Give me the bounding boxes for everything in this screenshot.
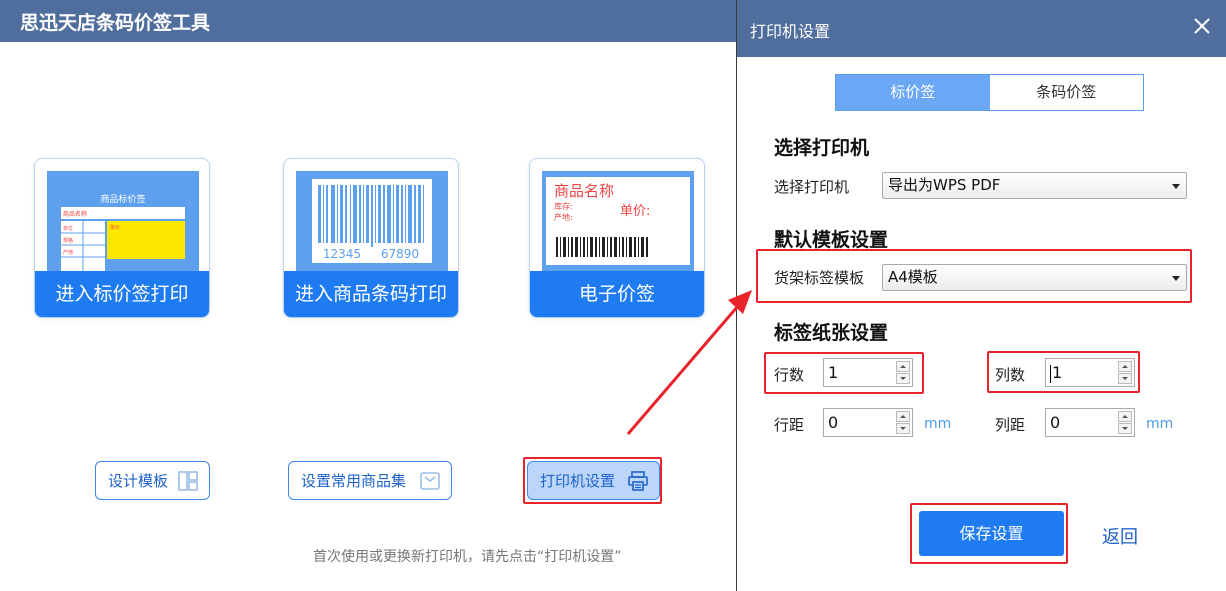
printer-select-value: 导出为WPS PDF xyxy=(888,176,1001,194)
barcode-digits-left: 12345 xyxy=(323,247,361,261)
highlight-save xyxy=(910,503,1068,564)
printer-section-heading: 选择打印机 xyxy=(774,137,870,159)
design-template-label: 设计模板 xyxy=(108,472,169,490)
printer-setup-hint: 首次使用或更换新打印机，请先点击“打印机设置” xyxy=(313,549,622,565)
row-gap-value: 0 xyxy=(828,413,839,432)
price-tag-print-card[interactable]: 商品标价签 商品名称 单位 规格 产地 单价 进入标价签打印 xyxy=(34,158,210,318)
common-products-button[interactable]: 设置常用商品集 xyxy=(288,461,452,500)
row-gap-unit: mm xyxy=(924,416,952,432)
price-tag-print-label: 进入标价签打印 xyxy=(35,271,209,317)
highlight-printer-settings xyxy=(523,457,662,504)
col-gap-increment[interactable] xyxy=(1118,411,1132,422)
design-template-button[interactable]: 设计模板 xyxy=(95,461,210,500)
tag-type-tabs: 标价签 条码价签 xyxy=(835,74,1144,111)
electronic-tag-label: 电子价签 xyxy=(530,271,704,317)
thumb-row-spec: 规格 xyxy=(63,237,73,244)
col-gap-stepper[interactable]: 0 xyxy=(1045,408,1135,437)
main-window: 思迅天店条码价签工具 商品标价签 商品名称 单位 规格 产地 单价 进入标价签打… xyxy=(0,0,736,591)
thumb-row-origin: 产地 xyxy=(63,249,73,256)
col-gap-decrement[interactable] xyxy=(1118,423,1132,434)
etag-stock: 库存: xyxy=(554,201,573,211)
electronic-tag-thumbnail: 商品名称 库存: 产地: 单价: xyxy=(542,171,694,271)
thumb-row-unit: 单位 xyxy=(63,225,73,232)
tab-price-tag[interactable]: 标价签 xyxy=(836,75,990,110)
printer-select-label: 选择打印机 xyxy=(774,178,850,196)
col-gap-unit: mm xyxy=(1146,416,1174,432)
etag-name: 商品名称 xyxy=(554,182,614,200)
highlight-rows xyxy=(764,352,924,394)
row-gap-decrement[interactable] xyxy=(896,423,910,434)
highlight-cols xyxy=(987,351,1140,393)
dialog-title: 打印机设置 xyxy=(750,22,831,41)
app-title: 思迅天店条码价签工具 xyxy=(20,12,211,34)
price-tag-thumbnail: 商品标价签 商品名称 单位 规格 产地 单价 xyxy=(47,171,199,271)
row-gap-stepper[interactable]: 0 xyxy=(823,408,913,437)
tab-barcode-tag[interactable]: 条码价签 xyxy=(989,75,1143,110)
printer-settings-dialog: 打印机设置 标价签 条码价签 选择打印机 选择打印机 导出为WPS PDF 默认… xyxy=(736,0,1226,591)
etag-origin: 产地: xyxy=(554,212,573,222)
row-gap-increment[interactable] xyxy=(896,411,910,422)
thumb-header: 商品标价签 xyxy=(100,193,145,205)
barcode-thumbnail: 12345 67890 xyxy=(296,171,448,271)
electronic-tag-card[interactable]: 商品名称 库存: 产地: 单价: 电子价签 xyxy=(529,158,705,318)
col-gap-label: 列距 xyxy=(995,416,1026,434)
barcode-digits-right: 67890 xyxy=(381,247,419,261)
highlight-template xyxy=(756,249,1192,303)
thumb-price-label: 单价 xyxy=(110,224,120,231)
main-titlebar: 思迅天店条码价签工具 xyxy=(0,0,736,42)
thumb-row-name: 商品名称 xyxy=(63,210,87,218)
template-layout-icon xyxy=(178,471,198,491)
common-products-label: 设置常用商品集 xyxy=(301,472,407,490)
etag-unit-price: 单价: xyxy=(620,204,650,219)
close-icon[interactable] xyxy=(1191,15,1213,37)
dialog-titlebar: 打印机设置 xyxy=(737,0,1226,57)
chevron-down-icon xyxy=(1172,184,1180,189)
back-link[interactable]: 返回 xyxy=(1102,523,1138,549)
paper-section-heading: 标签纸张设置 xyxy=(774,322,889,344)
barcode-print-card[interactable]: 12345 67890 进入商品条码打印 xyxy=(283,158,459,318)
printer-select[interactable]: 导出为WPS PDF xyxy=(882,172,1187,199)
barcode-print-label: 进入商品条码打印 xyxy=(284,271,458,317)
template-section-heading: 默认模板设置 xyxy=(774,229,889,251)
product-set-icon xyxy=(420,472,440,490)
col-gap-value: 0 xyxy=(1050,413,1061,432)
barcode-bars xyxy=(318,185,424,247)
row-gap-label: 行距 xyxy=(774,416,805,434)
